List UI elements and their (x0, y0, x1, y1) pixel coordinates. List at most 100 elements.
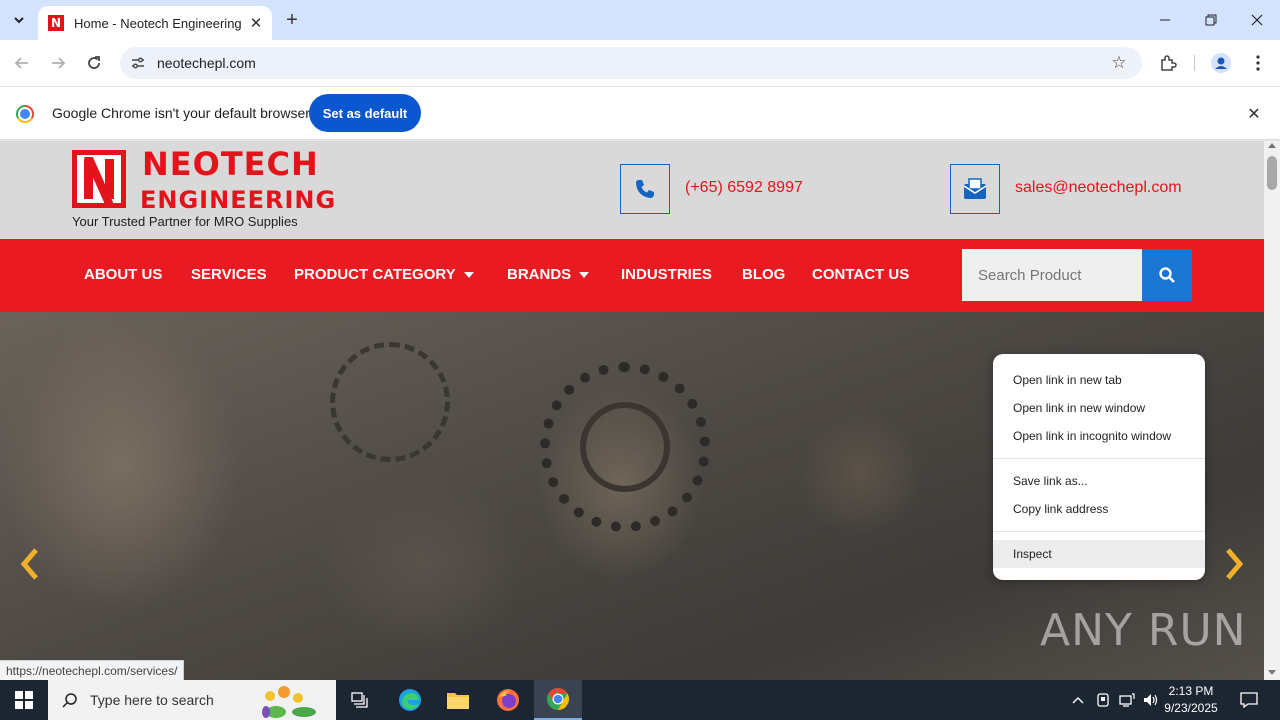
minimize-icon (1160, 19, 1170, 21)
new-tab-button[interactable]: + (280, 8, 304, 32)
logo-name[interactable]: NEOTECH (142, 145, 319, 183)
browser-menu-button[interactable] (1244, 49, 1272, 77)
nav-industries[interactable]: INDUSTRIES (621, 266, 712, 283)
nav-label: CONTACT US (812, 266, 910, 283)
phone-icon (636, 180, 654, 198)
chevron-left-icon (20, 548, 38, 580)
start-button[interactable] (0, 680, 48, 720)
set-as-default-button[interactable]: Set as default (309, 94, 421, 132)
search-icon (62, 693, 77, 708)
nav-label: INDUSTRIES (621, 266, 712, 283)
nav-label: BRANDS (507, 266, 572, 283)
restore-button[interactable] (1188, 0, 1234, 40)
logo-subname[interactable]: ENGINEERING (140, 186, 336, 214)
edge-icon (399, 689, 421, 711)
taskbar-search-box[interactable]: Type here to search (48, 680, 336, 720)
main-navigation: ABOUT US SERVICES PRODUCT CATEGORY BRAND… (0, 239, 1264, 312)
chrome-taskbar-app[interactable] (534, 680, 582, 720)
site-header: NEOTECH ENGINEERING Your Trusted Partner… (0, 141, 1264, 239)
logo-tagline: Your Trusted Partner for MRO Supplies (72, 214, 298, 229)
network-icon[interactable] (1117, 690, 1137, 710)
forward-button[interactable] (44, 49, 72, 77)
notifications-icon[interactable] (1238, 690, 1260, 710)
product-search-input[interactable] (962, 249, 1142, 301)
arrow-right-icon (52, 57, 66, 69)
anyrun-watermark: ANY RUN (1040, 605, 1247, 656)
extensions-button[interactable] (1154, 49, 1182, 77)
slider-prev-button[interactable] (16, 544, 46, 584)
scroll-up-icon[interactable] (1268, 143, 1276, 148)
tab-search-button[interactable] (6, 8, 32, 32)
system-clock[interactable]: 2:13 PM 9/23/2025 (1160, 683, 1222, 717)
infobar-close-icon[interactable]: ✕ (1244, 104, 1264, 124)
toolbar-separator (1194, 55, 1195, 71)
menu-open-new-window[interactable]: Open link in new window (993, 394, 1205, 422)
search-button[interactable] (1142, 249, 1192, 301)
nav-brands[interactable]: BRANDS (507, 266, 590, 283)
edge-taskbar-app[interactable] (386, 680, 434, 720)
phone-number[interactable]: (+65) 6592 8997 (685, 179, 803, 197)
task-view-button[interactable] (336, 680, 384, 720)
url-text: neotechepl.com (157, 55, 256, 71)
menu-copy-link-address[interactable]: Copy link address (993, 495, 1205, 523)
link-status-bubble: https://neotechepl.com/services/ (0, 660, 185, 680)
nav-label: SERVICES (191, 266, 267, 283)
email-address[interactable]: sales@neotechepl.com (1015, 179, 1182, 197)
hero-image-hub (580, 402, 670, 492)
file-explorer-taskbar-app[interactable] (434, 680, 482, 720)
volume-icon[interactable] (1141, 690, 1161, 710)
nav-label: ABOUT US (84, 266, 163, 283)
flowers-decoration-icon (261, 686, 316, 718)
slider-next-button[interactable] (1218, 544, 1248, 584)
nav-services[interactable]: SERVICES (191, 266, 267, 283)
menu-open-new-tab[interactable]: Open link in new tab (993, 366, 1205, 394)
profile-button[interactable] (1207, 49, 1235, 77)
close-tab-icon[interactable]: ✕ (246, 13, 266, 33)
scroll-thumb[interactable] (1267, 156, 1277, 190)
hero-image-part (330, 342, 450, 462)
tab-title: Home - Neotech Engineering (74, 15, 242, 31)
folder-icon (447, 693, 469, 709)
nav-blog[interactable]: BLOG (742, 266, 785, 283)
puzzle-icon (1161, 55, 1177, 71)
neotech-logo-icon[interactable] (72, 150, 126, 208)
minimize-button[interactable] (1142, 0, 1188, 40)
menu-inspect[interactable]: Inspect (993, 540, 1205, 568)
chevron-right-icon (1226, 548, 1244, 580)
nav-contact-us[interactable]: CONTACT US (812, 266, 909, 283)
back-button[interactable] (8, 49, 36, 77)
firefox-icon (497, 689, 519, 711)
tray-overflow-chevron-icon[interactable] (1068, 690, 1088, 710)
close-window-button[interactable] (1234, 0, 1280, 40)
nav-product-category[interactable]: PRODUCT CATEGORY (294, 266, 474, 283)
reload-button[interactable] (80, 49, 108, 77)
arrow-left-icon (14, 57, 28, 69)
site-info-icon[interactable] (122, 47, 154, 79)
chrome-logo-icon (16, 105, 34, 123)
infobar-message: Google Chrome isn't your default browser (52, 105, 310, 121)
profile-avatar-icon (1211, 53, 1231, 73)
menu-save-link-as[interactable]: Save link as... (993, 467, 1205, 495)
reload-icon (88, 56, 100, 69)
chrome-icon (547, 688, 569, 710)
nav-label: PRODUCT CATEGORY (294, 266, 456, 283)
caret-down-icon (463, 271, 474, 278)
nav-about-us[interactable]: ABOUT US (84, 266, 162, 283)
menu-open-incognito[interactable]: Open link in incognito window (993, 422, 1205, 450)
page-scrollbar[interactable] (1264, 141, 1280, 680)
scroll-down-icon[interactable] (1268, 670, 1276, 675)
clock-date: 9/23/2025 (1164, 701, 1218, 715)
chevron-down-icon (14, 17, 24, 24)
link-context-menu: Open link in new tab Open link in new wi… (993, 354, 1205, 580)
caret-down-icon (579, 271, 590, 278)
bookmark-star-icon[interactable]: ☆ (1104, 48, 1134, 78)
tab-strip: N Home - Neotech Engineering ✕ + (0, 0, 1280, 40)
browser-toolbar: neotechepl.com ☆ (0, 40, 1280, 86)
firefox-taskbar-app[interactable] (484, 680, 532, 720)
active-tab[interactable]: N Home - Neotech Engineering ✕ (38, 6, 272, 40)
default-browser-infobar: Google Chrome isn't your default browser… (0, 86, 1280, 140)
site-favicon-icon: N (48, 15, 64, 31)
address-bar[interactable]: neotechepl.com ☆ (120, 47, 1142, 79)
task-view-icon (351, 692, 368, 708)
tray-device-icon[interactable] (1093, 690, 1113, 710)
